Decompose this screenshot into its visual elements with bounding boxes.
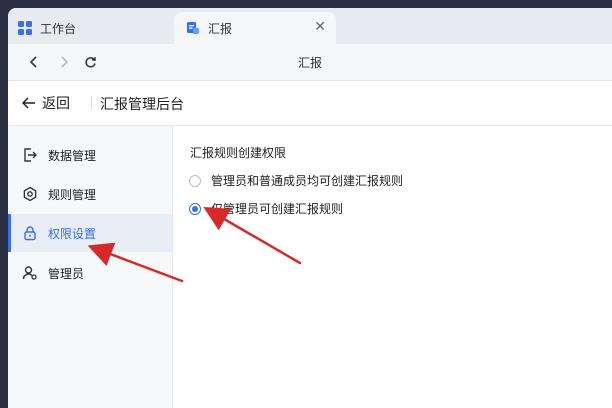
back-button[interactable]: 返回 (21, 93, 70, 113)
main-content: 汇报规则创建权限 管理员和普通成员均可创建汇报规则 仅管理员可创建汇报规则 (173, 126, 612, 408)
close-icon[interactable]: ✕ (314, 20, 326, 34)
option-all-members[interactable]: 管理员和普通成员均可创建汇报规则 (189, 172, 403, 189)
tab-workbench[interactable]: 工作台 (10, 12, 170, 44)
sidebar-item-rule-management[interactable]: 规则管理 (8, 175, 172, 213)
tab-workbench-label: 工作台 (40, 21, 77, 36)
tab-report[interactable]: 汇报 ✕ (174, 12, 336, 44)
option-label: 仅管理员可创建汇报规则 (211, 202, 344, 216)
report-app-icon (186, 21, 200, 35)
option-label: 管理员和普通成员均可创建汇报规则 (211, 174, 404, 188)
gear-icon (22, 186, 38, 202)
section-title: 汇报规则创建权限 (190, 146, 287, 160)
grid-app-icon (18, 21, 32, 35)
sidebar: 数据管理 规则管理 权限设置 管理员 (8, 126, 173, 408)
exit-icon (22, 147, 38, 163)
sidebar-item-label: 规则管理 (48, 187, 97, 202)
app-header: 返回 汇报管理后台 (8, 81, 612, 126)
header-divider (91, 96, 92, 110)
page-title: 汇报 (297, 56, 322, 70)
sidebar-item-permission-settings[interactable]: 权限设置 (8, 214, 172, 252)
left-arrow-icon (21, 94, 36, 113)
lock-icon (22, 225, 38, 241)
sidebar-item-label: 数据管理 (48, 148, 97, 163)
back-label: 返回 (42, 96, 70, 112)
app-window: 工作台 汇报 ✕ 汇报 返回 汇报管理后台 数据管理 规则管理 权限设置 管理员… (8, 8, 612, 408)
sidebar-item-label: 权限设置 (48, 226, 97, 241)
admin-user-icon (22, 265, 38, 281)
tab-report-label: 汇报 (208, 21, 233, 36)
sidebar-item-data-management[interactable]: 数据管理 (8, 136, 172, 174)
sidebar-item-label: 管理员 (48, 266, 85, 281)
sidebar-item-administrators[interactable]: 管理员 (8, 254, 172, 292)
radio-button-unchecked[interactable] (189, 174, 201, 187)
tab-bar: 工作台 汇报 ✕ (8, 8, 612, 44)
browser-nav-bar: 汇报 (8, 44, 612, 81)
radio-button-checked[interactable] (189, 202, 201, 215)
option-admins-only[interactable]: 仅管理员可创建汇报规则 (189, 200, 343, 217)
admin-title: 汇报管理后台 (100, 97, 184, 113)
